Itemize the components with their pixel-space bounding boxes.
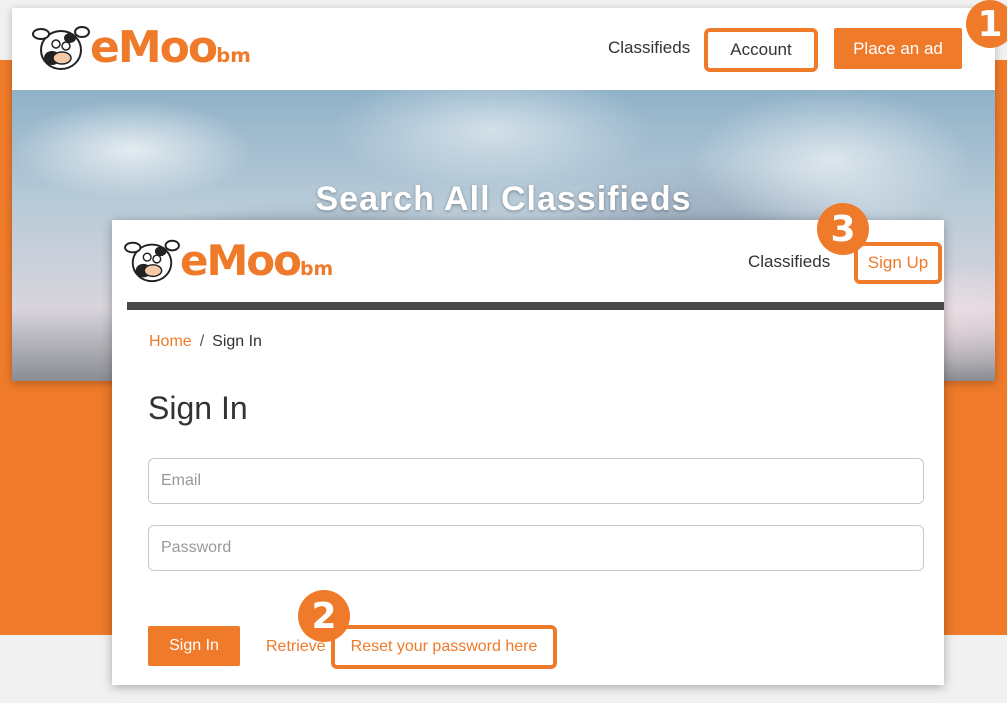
logo-wordmark: eMoobm [90,21,251,73]
background-header: eMoobm Classifieds Account Place an ad [12,8,995,90]
emoo-logo[interactable]: eMoobm [32,20,251,74]
page-title: Sign In [148,390,248,426]
password-field[interactable] [148,525,924,571]
account-button[interactable]: Account [704,28,818,72]
emoo-logo[interactable]: eMoobm [124,234,333,286]
sign-in-button[interactable]: Sign In [148,626,240,666]
breadcrumb-current: Sign In [212,333,262,350]
logo-wordmark: eMoobm [180,235,334,285]
reset-password-link[interactable]: Reset your password here [331,625,557,669]
breadcrumb: Home / Sign In [149,333,262,351]
place-ad-button[interactable]: Place an ad [834,28,962,69]
sign-up-link[interactable]: Sign Up [854,242,942,284]
header-divider-bar [127,302,944,310]
nav-classifieds-link[interactable]: Classifieds [748,252,830,272]
cow-mascot-icon [32,26,90,70]
callout-badge-2: 2 [298,590,350,642]
email-field[interactable] [148,458,924,504]
breadcrumb-separator: / [199,333,205,350]
breadcrumb-home-link[interactable]: Home [149,333,192,350]
signin-page-screenshot: eMoobm Classifieds Sign Up Home / Sign In … [112,220,944,685]
cow-mascot-icon [124,239,180,283]
callout-badge-3: 3 [817,203,869,255]
callout-badge-1: 1 [966,0,1007,48]
nav-classifieds-link[interactable]: Classifieds [608,38,690,58]
